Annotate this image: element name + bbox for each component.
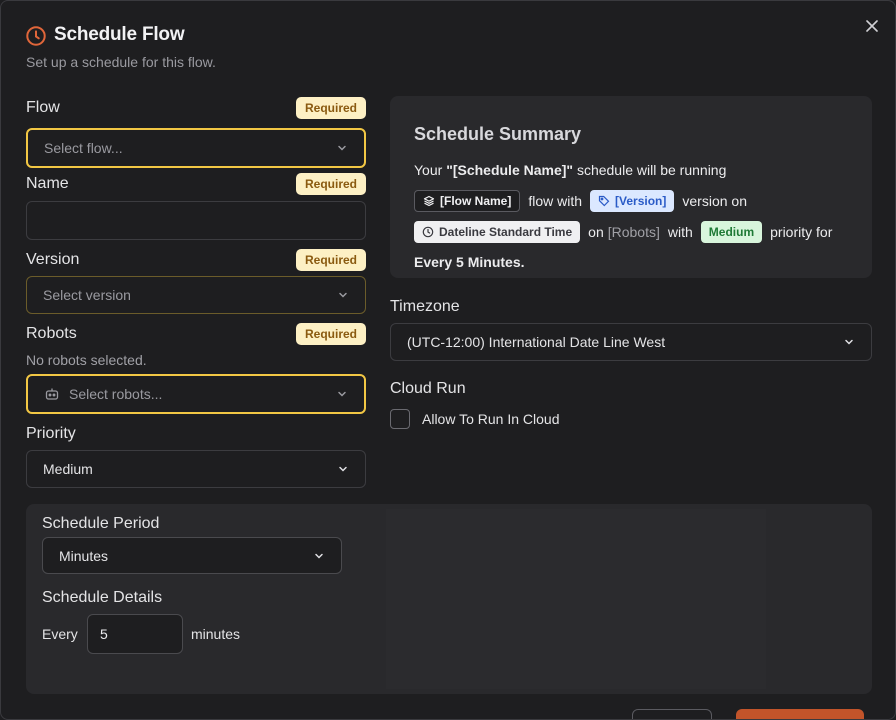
version-select[interactable]: Select version bbox=[26, 276, 366, 314]
chevron-down-icon bbox=[845, 339, 853, 345]
summary-line-2: [Flow Name] flow with [Version] version … bbox=[414, 190, 747, 212]
name-label: Name bbox=[26, 175, 69, 192]
robots-select[interactable]: Select robots... bbox=[26, 374, 366, 414]
robots-select-placeholder: Select robots... bbox=[69, 386, 163, 402]
flow-required-badge: Required bbox=[296, 97, 366, 119]
submit-button[interactable] bbox=[736, 709, 864, 719]
summary-line-1: Your "[Schedule Name]" schedule will be … bbox=[414, 162, 726, 178]
clock-icon bbox=[26, 26, 46, 46]
chevron-down-icon bbox=[339, 292, 347, 298]
schedule-details-label: Schedule Details bbox=[42, 589, 163, 606]
name-input[interactable] bbox=[26, 201, 366, 240]
schedule-panel-area bbox=[386, 509, 766, 689]
summary-version-chip: [Version] bbox=[590, 190, 675, 212]
summary-priority-chip: Medium bbox=[700, 221, 763, 243]
cancel-button[interactable] bbox=[632, 709, 712, 719]
close-icon bbox=[866, 20, 878, 32]
allow-run-in-cloud-label[interactable]: Allow To Run In Cloud bbox=[422, 411, 559, 427]
summary-text: schedule will be running bbox=[573, 162, 727, 178]
minutes-unit-label: minutes bbox=[191, 626, 241, 642]
summary-version-chip-label: [Version] bbox=[615, 194, 667, 208]
summary-title: Schedule Summary bbox=[414, 124, 582, 144]
summary-schedule-name: "[Schedule Name]" bbox=[446, 162, 574, 178]
allow-run-in-cloud-checkbox[interactable] bbox=[390, 409, 410, 429]
summary-text: version on bbox=[682, 193, 747, 209]
version-select-placeholder: Select version bbox=[43, 287, 131, 303]
cloud-run-label: Cloud Run bbox=[390, 380, 466, 397]
schedule-summary-panel: Schedule Summary Your "[Schedule Name]" … bbox=[390, 96, 872, 278]
version-label: Version bbox=[26, 251, 80, 268]
schedule-flow-dialog: Schedule Flow Set up a schedule for this… bbox=[0, 0, 896, 720]
chevron-down-icon bbox=[315, 553, 323, 559]
summary-text: with bbox=[667, 224, 693, 240]
dialog-subtitle: Set up a schedule for this flow. bbox=[26, 54, 216, 70]
close-button[interactable] bbox=[861, 15, 883, 37]
summary-timezone-chip-label: Dateline Standard Time bbox=[439, 225, 573, 239]
tag-icon bbox=[598, 195, 610, 207]
priority-label: Priority bbox=[26, 425, 76, 442]
summary-text: on bbox=[588, 224, 604, 240]
summary-timezone-chip: Dateline Standard Time bbox=[414, 221, 581, 243]
layers-icon bbox=[423, 195, 435, 207]
summary-robots: [Robots] bbox=[607, 224, 660, 240]
summary-text: Your bbox=[414, 162, 447, 178]
timezone-label: Timezone bbox=[390, 298, 460, 315]
summary-line-3: Dateline Standard Time on [Robots] with … bbox=[414, 221, 832, 243]
flow-label: Flow bbox=[26, 99, 60, 116]
chevron-down-icon bbox=[339, 466, 347, 472]
robots-required-badge: Required bbox=[296, 323, 366, 345]
schedule-period-value: Minutes bbox=[59, 547, 109, 564]
name-required-badge: Required bbox=[296, 173, 366, 195]
flow-select-placeholder: Select flow... bbox=[44, 140, 123, 156]
chevron-down-icon bbox=[338, 391, 346, 397]
priority-select[interactable]: Medium bbox=[26, 450, 366, 488]
summary-period: . bbox=[520, 254, 525, 270]
version-required-badge: Required bbox=[296, 249, 366, 271]
summary-frequency: Every 5 Minutes bbox=[414, 254, 521, 270]
timezone-select[interactable]: (UTC-12:00) International Date Line West bbox=[390, 323, 872, 361]
summary-text: flow with bbox=[528, 193, 583, 209]
dialog-title: Schedule Flow bbox=[54, 24, 185, 45]
summary-text: priority for bbox=[770, 224, 833, 240]
summary-line-4: Every 5 Minutes . bbox=[414, 254, 525, 270]
timezone-select-value: (UTC-12:00) International Date Line West bbox=[407, 334, 666, 350]
schedule-period-label: Schedule Period bbox=[42, 515, 160, 532]
priority-select-value: Medium bbox=[43, 461, 93, 477]
summary-flow-chip: [Flow Name] bbox=[414, 190, 521, 212]
robots-label: Robots bbox=[26, 325, 77, 342]
flow-select[interactable]: Select flow... bbox=[26, 128, 366, 168]
chevron-down-icon bbox=[338, 145, 346, 151]
clock-icon bbox=[422, 226, 434, 238]
summary-flow-chip-label: [Flow Name] bbox=[440, 194, 512, 208]
robots-note: No robots selected. bbox=[26, 352, 147, 368]
schedule-period-select[interactable]: Minutes bbox=[42, 537, 342, 574]
robot-icon bbox=[45, 388, 59, 400]
every-minutes-input[interactable]: 5 bbox=[87, 614, 183, 654]
every-label: Every bbox=[42, 626, 78, 642]
